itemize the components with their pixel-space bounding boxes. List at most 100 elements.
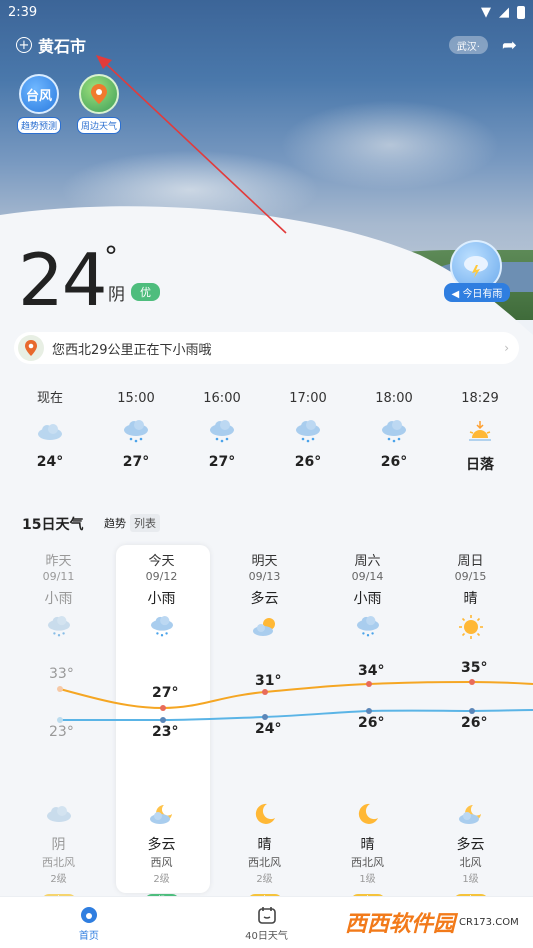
degree-symbol: ° — [104, 240, 118, 273]
hourly-time: 18:00 — [375, 391, 413, 406]
watermark: 西西软件园 CR173.COM — [345, 900, 533, 944]
low-temp-point — [160, 717, 166, 723]
wind-level: 1级 — [359, 874, 376, 885]
status-time: 2:39 — [8, 4, 38, 20]
high-temp-label: 31° — [255, 673, 282, 689]
day-condition: 多云 — [250, 591, 279, 607]
hourly-item: 15:00 27° — [93, 388, 179, 488]
hourly-item: 现在 24° — [7, 388, 93, 488]
day-date: 09/11 — [42, 570, 75, 583]
low-temp-label: 24° — [255, 721, 282, 737]
hourly-forecast: 现在 24° 15:00 27° 16:00 27° 17:00 26° 18:… — [0, 388, 533, 488]
rain-cloud-icon — [93, 410, 179, 454]
low-temp-label: 26° — [358, 715, 385, 731]
speaker-icon: ◀ — [451, 289, 460, 300]
high-temp-line — [59, 680, 533, 710]
tab-trend[interactable]: 趋势 — [100, 514, 130, 532]
cloud-icon — [7, 794, 110, 834]
nav-40-day-label: 40日天气 — [245, 931, 288, 942]
plus-circle-icon[interactable]: + — [16, 37, 32, 53]
day-date: 09/12 — [145, 570, 178, 583]
high-temp-point — [262, 689, 268, 695]
hourly-time: 15:00 — [117, 391, 155, 406]
hourly-item: 18:29 日落 — [437, 388, 523, 488]
low-temp-point — [469, 708, 475, 714]
low-temp-point — [262, 714, 268, 720]
high-temp-label: 33° — [49, 666, 74, 682]
rain-today-button[interactable]: ◀ 今日有雨 — [444, 240, 510, 302]
rain-cloud-icon — [110, 610, 213, 644]
typhoon-icon: 台风 — [19, 74, 59, 114]
day-date: 09/15 — [454, 570, 487, 583]
watermark-site: CR173.COM — [459, 916, 519, 928]
share-icon[interactable]: ➦ — [502, 35, 517, 56]
calendar-icon — [178, 903, 356, 927]
nearby-weather-button[interactable]: 周边天气 — [76, 74, 122, 134]
wind-direction: 西北风 — [248, 856, 281, 869]
hourly-time: 16:00 — [203, 391, 241, 406]
high-temp-point — [160, 705, 166, 711]
map-pin-icon — [79, 74, 119, 114]
current-temperature: 24 — [18, 238, 108, 322]
nearby-tag[interactable]: 武汉· — [448, 36, 488, 54]
rain-today-label: ◀ 今日有雨 — [444, 283, 510, 302]
battery-icon — [517, 5, 525, 19]
rain-today-text: 今日有雨 — [462, 289, 503, 300]
wind-level: 1级 — [462, 874, 479, 885]
signal-icon: ◢ — [499, 4, 509, 20]
hourly-time: 18:29 — [461, 391, 499, 406]
hourly-time: 17:00 — [289, 391, 327, 406]
rain-cloud-icon — [265, 410, 351, 454]
moon-icon — [316, 794, 419, 834]
nav-40-day[interactable]: 40日天气 — [178, 897, 356, 948]
day-condition: 晴 — [463, 591, 478, 607]
cloud-icon — [7, 410, 93, 454]
rain-notice-bar[interactable]: 您西北29公里正在下小雨哦 › — [14, 332, 519, 364]
day-name: 明天 — [251, 554, 278, 569]
nav-home-label: 首页 — [78, 931, 99, 942]
rain-cloud-icon — [179, 410, 265, 454]
aqi-badge[interactable]: 优 — [131, 283, 160, 301]
hourly-temp: 26° — [294, 454, 322, 470]
high-temp-point — [469, 679, 475, 685]
moon-icon — [213, 794, 316, 834]
nearby-weather-label: 周边天气 — [76, 117, 121, 134]
hourly-item: 16:00 27° — [179, 388, 265, 488]
day-condition: 小雨 — [353, 591, 382, 607]
low-temp-point — [366, 708, 372, 714]
sunset-time-label: 日落 — [466, 457, 494, 473]
hourly-temp: 26° — [380, 454, 408, 470]
day-name: 昨天 — [45, 554, 72, 569]
night-condition: 多云 — [456, 837, 485, 853]
city-name[interactable]: 黄石市 — [38, 33, 86, 57]
night-condition: 多云 — [147, 837, 176, 853]
nav-home[interactable]: 首页 — [0, 897, 178, 948]
hourly-time: 现在 — [36, 391, 63, 406]
rain-cloud-icon — [351, 410, 437, 454]
status-bar: 2:39 ▼ ◢ — [0, 0, 533, 24]
rain-notice-text: 您西北29公里正在下小雨哦 — [52, 342, 212, 358]
typhoon-button[interactable]: 台风 趋势预测 — [16, 74, 62, 134]
hourly-temp: 27° — [208, 454, 236, 470]
location-pin-icon — [18, 335, 44, 361]
low-temp-point — [57, 717, 63, 723]
daily-section-title: 15日天气 — [22, 517, 84, 533]
hourly-item: 17:00 26° — [265, 388, 351, 488]
partly-cloudy-night-icon — [419, 794, 522, 834]
tab-list[interactable]: 列表 — [130, 514, 160, 532]
cloud-decoration — [280, 100, 500, 190]
high-temp-label: 27° — [152, 685, 179, 701]
wind-direction: 西风 — [150, 856, 173, 869]
day-name: 周日 — [457, 554, 484, 569]
hourly-temp: 27° — [122, 454, 150, 470]
low-temp-label: 23° — [49, 724, 74, 740]
chevron-right-icon: › — [504, 341, 509, 355]
day-name: 周六 — [354, 554, 381, 569]
typhoon-title: 台风 — [25, 88, 52, 104]
high-temp-point — [57, 686, 63, 692]
hourly-item: 18:00 26° — [351, 388, 437, 488]
day-condition: 小雨 — [44, 591, 73, 607]
night-condition: 晴 — [360, 837, 375, 853]
rain-cloud-icon — [7, 610, 110, 644]
night-condition: 晴 — [257, 837, 272, 853]
